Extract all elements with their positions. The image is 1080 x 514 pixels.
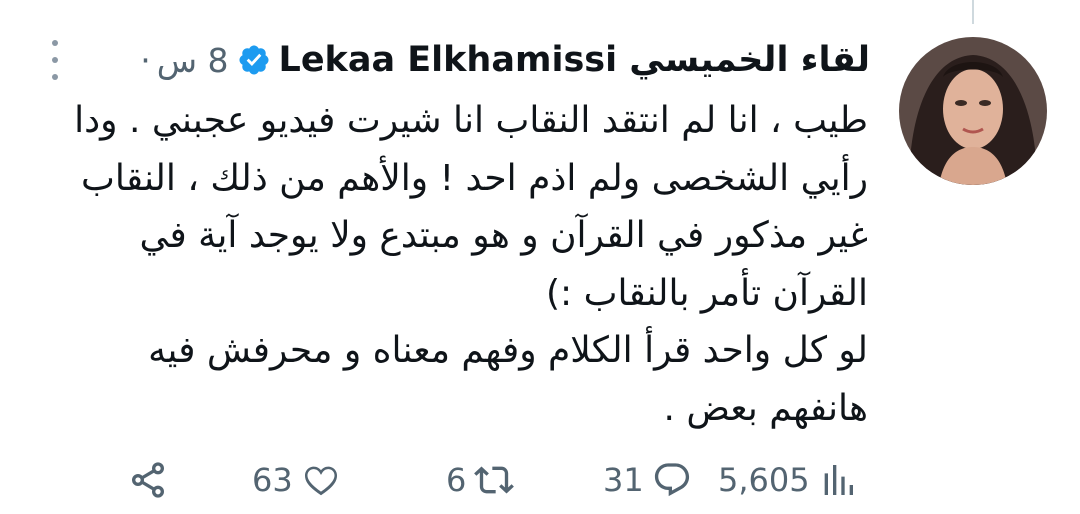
share-icon bbox=[132, 462, 164, 498]
time-ago: 8 س bbox=[156, 40, 229, 80]
tweet-text-line: غير مذكور في القرآن و هو مبتدع ولا يوجد … bbox=[139, 215, 868, 256]
reply-button[interactable]: 31 bbox=[603, 455, 692, 505]
retweet-icon bbox=[474, 466, 515, 494]
share-button[interactable] bbox=[128, 455, 168, 505]
display-name[interactable]: Lekaa Elkhamissi لقاء الخميسي bbox=[279, 40, 870, 80]
avatar-image bbox=[899, 37, 1047, 185]
retweet-button[interactable]: 6 bbox=[446, 455, 515, 505]
tweet-text-line: القرآن تأمر بالنقاب :) bbox=[545, 272, 868, 314]
avatar[interactable] bbox=[899, 37, 1047, 185]
verified-badge-icon bbox=[237, 43, 271, 77]
tweet-text-line: هانفهم بعض . bbox=[663, 387, 868, 429]
retweet-count: 6 bbox=[446, 461, 467, 499]
reply-bubble-icon bbox=[654, 463, 689, 497]
like-count: 63 bbox=[252, 461, 293, 499]
more-options-icon[interactable] bbox=[40, 40, 70, 80]
tweet-header: Lekaa Elkhamissi لقاء الخميسي · 8 س bbox=[140, 30, 870, 90]
tweet-text-line: لو كل واحد قرأ الكلام وفهم معناه و محرفش… bbox=[148, 330, 868, 371]
heart-icon bbox=[304, 466, 337, 496]
tweet-text-line: رأيي الشخصى ولم اذم احد ! والأهم من ذلك … bbox=[80, 157, 868, 199]
views-bar-chart-icon bbox=[824, 465, 853, 495]
thread-connector-line bbox=[972, 0, 974, 24]
tweet-text-line: طيب ، انا لم انتقد النقاب انا شيرت فيديو… bbox=[74, 100, 868, 141]
views-button[interactable]: 5,605 bbox=[718, 455, 858, 505]
like-button[interactable]: 63 bbox=[252, 455, 341, 505]
tweet-text: طيب ، انا لم انتقد النقاب انا شيرت فيديو… bbox=[48, 92, 868, 437]
views-count: 5,605 bbox=[718, 461, 810, 499]
reply-count: 31 bbox=[603, 461, 644, 499]
tweet-actions-bar: 5,605 31 6 63 bbox=[0, 455, 1080, 505]
time-separator: · bbox=[140, 40, 151, 80]
tweet-timestamp[interactable]: · 8 س bbox=[140, 41, 228, 80]
